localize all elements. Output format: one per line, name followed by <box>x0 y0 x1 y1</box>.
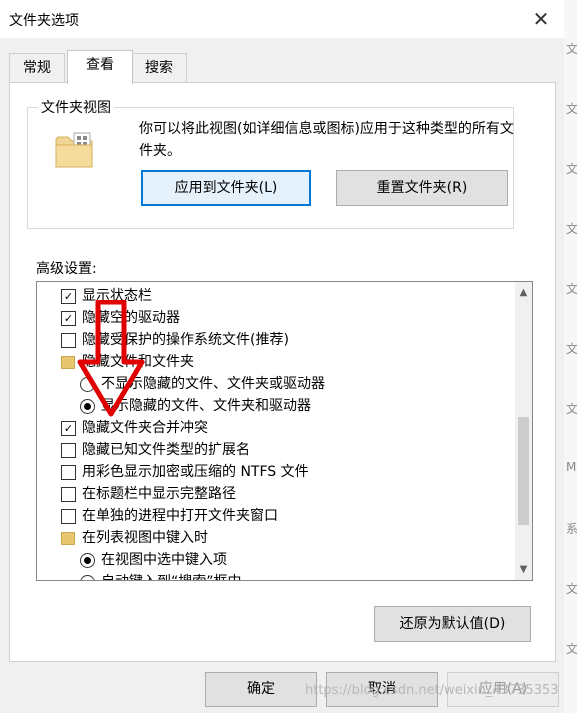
apply-to-folders-button[interactable]: 应用到文件夹(L) <box>141 170 311 206</box>
checkbox-checked-icon[interactable]: ✓ <box>61 311 76 326</box>
folder-views-label: 文件夹视图 <box>41 100 111 116</box>
list-item-label: 用彩色显示加密或压缩的 NTFS 文件 <box>82 464 309 480</box>
checkbox-icon[interactable] <box>61 487 76 502</box>
radio-icon[interactable] <box>80 575 95 580</box>
red-down-arrow-icon <box>77 300 145 417</box>
tab-view[interactable]: 查看 <box>67 50 133 84</box>
folder-icon <box>55 132 93 168</box>
list-item-radio[interactable]: 在视图中选中键入项 <box>37 549 512 571</box>
list-item-radio[interactable]: 自动键入到“搜索”框中 <box>37 571 512 580</box>
list-item-label: 在视图中选中键入项 <box>101 552 227 568</box>
checkbox-icon[interactable] <box>61 509 76 524</box>
window-title: 文件夹选项 <box>9 13 79 29</box>
ok-button[interactable]: 确定 <box>205 672 317 707</box>
folder-small-icon <box>61 532 75 545</box>
reset-folders-button[interactable]: 重置文件夹(R) <box>336 170 508 206</box>
checkbox-checked-icon[interactable]: ✓ <box>61 421 76 436</box>
tab-general[interactable]: 常规 <box>9 53 65 82</box>
list-item-checkbox[interactable]: ✓ 隐藏文件夹合并冲突 <box>37 417 512 439</box>
tab-search[interactable]: 搜索 <box>131 53 187 82</box>
list-item-label: 自动键入到“搜索”框中 <box>101 571 242 580</box>
radio-selected-icon[interactable] <box>80 553 95 568</box>
advanced-settings-label: 高级设置: <box>36 261 97 277</box>
list-item-label: 在单独的进程中打开文件夹窗口 <box>82 508 278 524</box>
list-item-checkbox[interactable]: 用彩色显示加密或压缩的 NTFS 文件 <box>37 461 512 483</box>
list-item-label: 在列表视图中键入时 <box>82 530 208 546</box>
folder-views-description: 你可以将此视图(如详细信息或图标)应用于这种类型的所有文件夹。 <box>139 121 514 159</box>
restore-defaults-button[interactable]: 还原为默认值(D) <box>374 606 531 642</box>
list-item-label: 隐藏文件夹合并冲突 <box>82 420 208 436</box>
background-window-edge: 文文文 文文文 文M系 文文 <box>564 0 577 713</box>
scroll-thumb[interactable] <box>518 417 529 525</box>
folder-small-icon <box>61 356 75 369</box>
folder-options-dialog: 文件夹选项 ✕ 常规 查看 搜索 文件夹视图 你可以将此视图(如详细信息或图标)… <box>0 0 565 713</box>
list-item-checkbox[interactable]: 在标题栏中显示完整路径 <box>37 483 512 505</box>
scroll-up-icon[interactable]: ▲ <box>515 284 532 301</box>
checkbox-icon[interactable] <box>61 465 76 480</box>
list-group-header: 在列表视图中键入时 <box>37 527 512 549</box>
title-bar: 文件夹选项 ✕ <box>0 0 564 38</box>
scroll-down-icon[interactable]: ▼ <box>515 561 532 578</box>
list-item-checkbox[interactable]: 隐藏已知文件类型的扩展名 <box>37 439 512 461</box>
list-item-checkbox[interactable]: 在单独的进程中打开文件夹窗口 <box>37 505 512 527</box>
folder-views-group: 文件夹视图 <box>27 97 514 229</box>
list-scrollbar[interactable]: ▲ ▼ <box>515 282 532 580</box>
list-item-label: 隐藏已知文件类型的扩展名 <box>82 442 250 458</box>
list-item-label: 在标题栏中显示完整路径 <box>82 486 236 502</box>
checkbox-checked-icon[interactable]: ✓ <box>61 289 76 304</box>
watermark-text: https://blog.csdn.net/weixin_43735353 <box>305 683 559 698</box>
checkbox-icon[interactable] <box>61 333 76 348</box>
close-button[interactable]: ✕ <box>528 6 554 32</box>
checkbox-icon[interactable] <box>61 443 76 458</box>
